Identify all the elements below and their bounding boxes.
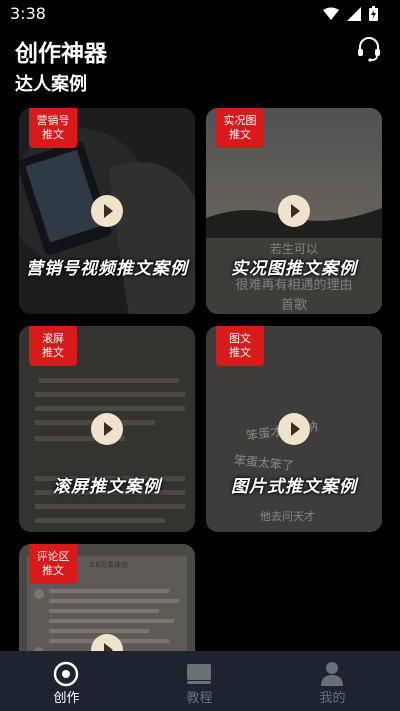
case-card-marketing-video[interactable]: 营销号 推文 营销号视频推文案例: [19, 108, 195, 314]
card-title: 图片式推文案例: [231, 477, 357, 497]
nav-label: 教程: [186, 691, 213, 706]
badge-line2: 推文: [42, 564, 64, 577]
bg-caption: 他去问天才: [260, 510, 315, 523]
badge-line2: 推文: [42, 128, 64, 141]
page-title: 创作神器: [15, 41, 107, 67]
badge-line2: 推文: [42, 346, 64, 359]
card-title: 滚屏推文案例: [53, 477, 161, 497]
signal-icon: [347, 6, 361, 21]
card-badge: 滚屏 推文: [29, 326, 77, 366]
customer-service-icon[interactable]: [356, 36, 382, 62]
wifi-icon: [323, 7, 339, 20]
case-card-live-photo[interactable]: 若生可以 很难再有相遇的理由 首歌 实况图 推文 实况图推文案例: [206, 108, 382, 314]
badge-line2: 推文: [229, 346, 251, 359]
case-card-comments[interactable]: 3.6万条评论 评论区 推文: [19, 544, 195, 664]
section-title: 达人案例: [15, 74, 87, 95]
tutorial-icon: [187, 664, 211, 684]
status-bar: 3:38: [0, 0, 400, 28]
status-time: 3:38: [10, 4, 46, 23]
case-card-scroll[interactable]: 滚屏 推文 滚屏推文案例: [19, 326, 195, 532]
badge-line1: 图文: [229, 332, 251, 345]
card-title: 营销号视频推文案例: [26, 259, 188, 279]
play-icon[interactable]: [91, 413, 123, 445]
profile-icon: [321, 662, 343, 686]
badge-line1: 营销号: [36, 114, 70, 127]
bg-caption: 首歌: [280, 298, 307, 313]
nav-item-profile[interactable]: 我的: [266, 651, 399, 711]
bottom-navigation: 创作 教程 我的: [0, 651, 400, 711]
status-icons: [323, 6, 378, 21]
badge-line2: 推文: [229, 128, 251, 141]
card-badge: 图文 推文: [216, 326, 264, 366]
card-badge: 营销号 推文: [29, 108, 77, 148]
bg-caption: 3.6万条评论: [89, 561, 129, 569]
card-badge: 实况图 推文: [216, 108, 264, 148]
nav-item-tutorial[interactable]: 教程: [133, 651, 266, 711]
play-icon[interactable]: [278, 195, 310, 227]
badge-line1: 滚屏: [42, 332, 64, 345]
play-icon[interactable]: [91, 195, 123, 227]
battery-icon: [369, 6, 378, 21]
card-badge: 评论区 推文: [29, 544, 77, 584]
create-icon: [53, 661, 79, 687]
play-icon[interactable]: [278, 413, 310, 445]
card-title: 实况图推文案例: [231, 259, 357, 279]
case-card-image-style[interactable]: 笨蛋才喜欢呐 笨蛋太笨了 他去问天才 图文 推文 图片式推文案例: [206, 326, 382, 532]
nav-label: 创作: [53, 691, 80, 706]
nav-label: 我的: [319, 691, 346, 706]
badge-line1: 评论区: [36, 550, 70, 563]
badge-line1: 实况图: [223, 114, 257, 127]
nav-item-create[interactable]: 创作: [0, 651, 133, 711]
